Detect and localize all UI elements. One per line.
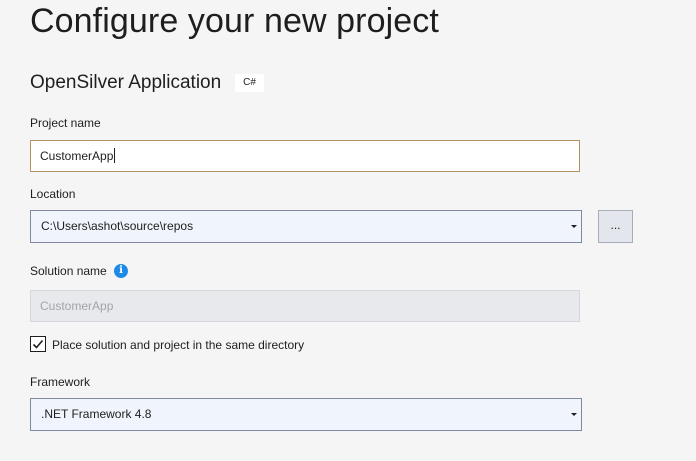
solution-name-label: Solution name [30,264,107,278]
location-label: Location [30,187,76,201]
same-directory-label[interactable]: Place solution and project in the same d… [52,338,304,352]
chevron-down-icon[interactable] [571,413,577,416]
solution-name-input: CustomerApp [30,290,580,322]
same-directory-checkbox[interactable] [30,336,46,352]
page-title: Configure your new project [30,2,439,40]
template-header: OpenSilver Application C# [30,71,264,95]
location-combobox[interactable]: C:\Users\ashot\source\repos [30,210,582,243]
project-name-label: Project name [30,116,101,130]
solution-name-value: CustomerApp [40,299,114,313]
chevron-down-icon[interactable] [571,225,577,228]
browse-button[interactable]: ... [598,210,633,243]
framework-value: .NET Framework 4.8 [41,407,152,421]
framework-label: Framework [30,375,91,389]
template-name: OpenSilver Application [30,72,222,93]
framework-combobox[interactable]: .NET Framework 4.8 [30,398,582,431]
project-name-input[interactable]: CustomerApp [30,140,580,172]
checkmark-icon [32,339,44,349]
text-caret [114,148,116,164]
project-name-value: CustomerApp [40,149,114,163]
location-value: C:\Users\ashot\source\repos [41,219,194,233]
info-icon[interactable]: i [114,264,128,278]
language-tag: C# [235,74,264,92]
